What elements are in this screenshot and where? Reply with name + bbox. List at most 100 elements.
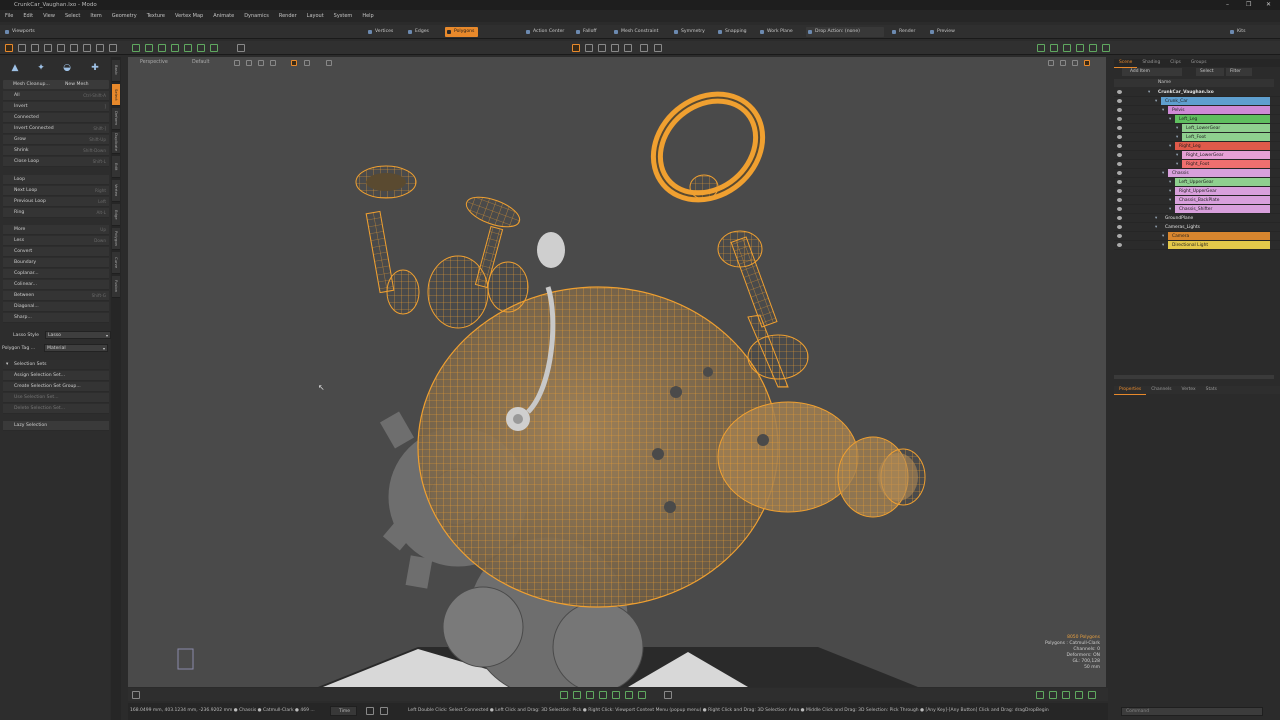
scene-item-row[interactable]: ▾ Left_Foot	[1114, 133, 1280, 142]
sculpt-mode-icon[interactable]: ◒	[56, 60, 78, 76]
visibility-eye-icon[interactable]	[1117, 90, 1122, 94]
menu-system[interactable]: System	[329, 10, 358, 22]
lazy-selection-button[interactable]: Lazy Selection	[3, 421, 109, 431]
edges-mode-button[interactable]: Edges	[406, 27, 433, 37]
scene-item-row[interactable]: ▾ Chassis	[1114, 169, 1280, 178]
visibility-eye-icon[interactable]	[1117, 117, 1122, 121]
menu-layout[interactable]: Layout	[302, 10, 329, 22]
image-icon[interactable]	[1075, 691, 1083, 699]
menu-select[interactable]: Select	[60, 10, 85, 22]
expand-arrow-icon[interactable]: ▾	[1176, 151, 1178, 160]
visibility-eye-icon[interactable]	[1117, 207, 1122, 211]
loop-icon[interactable]	[638, 691, 646, 699]
expand-arrow-icon[interactable]: ▾	[1176, 133, 1178, 142]
menu-geometry[interactable]: Geometry	[107, 10, 142, 22]
menu-file[interactable]: File	[0, 10, 18, 22]
tab-polygon[interactable]: Polygon	[112, 228, 120, 250]
zoom-icon[interactable]	[237, 44, 245, 52]
tab-curve[interactable]: Curve	[112, 252, 120, 274]
scene-item-row[interactable]: ▾ Left_LowerGear	[1114, 124, 1280, 133]
select-menu-item[interactable]: Next Loop Right	[3, 186, 109, 196]
image-icon[interactable]	[1076, 44, 1084, 52]
snap-tool-icon[interactable]	[83, 44, 91, 52]
tab-channels[interactable]: Channels	[1146, 386, 1176, 394]
scene-item-row[interactable]: ▾ Right_Foot	[1114, 160, 1280, 169]
menu-render[interactable]: Render	[274, 10, 302, 22]
expand-icon[interactable]	[1089, 44, 1097, 52]
expand-arrow-icon[interactable]: ▾	[1162, 106, 1164, 115]
menu-animate[interactable]: Animate	[208, 10, 239, 22]
tab-basic[interactable]: Basic	[112, 60, 120, 82]
tab-edge[interactable]: Edge	[112, 204, 120, 226]
visibility-eye-icon[interactable]	[1117, 180, 1122, 184]
tab-edit[interactable]: Edit	[112, 156, 120, 178]
zoom-tool-icon[interactable]	[132, 691, 140, 699]
select-menu-item[interactable]: Boundary	[3, 258, 109, 268]
select-menu-item[interactable]: Coplanar...	[3, 269, 109, 279]
visibility-eye-icon[interactable]	[1117, 126, 1122, 130]
viewport-layout-3-icon[interactable]	[598, 44, 606, 52]
scene-item-row[interactable]: ▾ Directional Light	[1114, 241, 1280, 250]
scene-item-row[interactable]: ▾ Cameras_Lights	[1114, 223, 1280, 232]
select-mode-icon[interactable]: ▲	[4, 60, 26, 76]
select-dropdown[interactable]: Select	[1196, 68, 1224, 76]
select-menu-item[interactable]: Connected	[3, 113, 109, 123]
scene-item-row[interactable]: ▾ GroundPlane	[1114, 214, 1280, 223]
tab-scene[interactable]: Scene	[1114, 59, 1138, 68]
refresh-icon[interactable]	[109, 44, 117, 52]
expand-arrow-icon[interactable]: ▾	[1176, 124, 1178, 133]
expand-arrow-icon[interactable]: ▾	[1155, 223, 1157, 232]
preview-button[interactable]: Preview	[928, 27, 959, 37]
select-menu-item[interactable]: Less Down	[3, 236, 109, 246]
scene-item-row[interactable]: ▾ Chassis_Shifter	[1114, 205, 1280, 214]
visibility-eye-icon[interactable]	[1117, 234, 1122, 238]
tab-vertex[interactable]: Vertex	[112, 180, 120, 202]
playback-last-icon[interactable]	[612, 691, 620, 699]
record-icon[interactable]	[366, 707, 374, 715]
3d-viewport[interactable]: Perspective Default ↖ 8050 Polygons Poly…	[128, 57, 1106, 687]
selection-set-item[interactable]: Create Selection Set Group...	[3, 382, 109, 392]
minimize-button[interactable]: –	[1226, 0, 1229, 10]
add-icon[interactable]	[664, 691, 672, 699]
visibility-eye-icon[interactable]	[1117, 171, 1122, 175]
texture-icon[interactable]	[184, 44, 192, 52]
element-move-icon[interactable]	[70, 44, 78, 52]
tab-vertex[interactable]: Vertex	[1177, 386, 1201, 394]
mesh-constraint-button[interactable]: Mesh Constraint	[612, 27, 662, 37]
maximize-button[interactable]: ❐	[1246, 0, 1251, 10]
menu-dynamics[interactable]: Dynamics	[239, 10, 274, 22]
visibility-eye-icon[interactable]	[1117, 198, 1122, 202]
action-center-button[interactable]: Action Center	[524, 27, 568, 37]
scene-item-row[interactable]: ▾ CrunkCar_Vaughan.lxo	[1114, 88, 1280, 97]
select-menu-item[interactable]: All Ctrl-Shift-A	[3, 91, 109, 101]
viewports-button[interactable]: Viewports	[3, 27, 39, 37]
transform-tool-icon[interactable]	[57, 44, 65, 52]
viewport-layout-5-icon[interactable]	[624, 44, 632, 52]
camera-icon[interactable]	[158, 44, 166, 52]
playback-next-icon[interactable]	[599, 691, 607, 699]
uv-icon[interactable]	[197, 44, 205, 52]
menu-vertex-map[interactable]: Vertex Map	[170, 10, 208, 22]
scale-tool-icon[interactable]	[44, 44, 52, 52]
split-icon[interactable]	[1062, 691, 1070, 699]
close-button[interactable]: ✕	[1266, 0, 1271, 10]
selection-set-item[interactable]: Assign Selection Set...	[3, 371, 109, 381]
new-mesh-button[interactable]: New Mesh	[55, 80, 107, 89]
visibility-eye-icon[interactable]	[1117, 135, 1122, 139]
scene-item-row[interactable]: ▾ Crunk_Car	[1114, 97, 1280, 106]
render-button[interactable]: Render	[890, 27, 919, 37]
list-icon[interactable]	[1036, 691, 1044, 699]
tab-properties[interactable]: Properties	[1114, 386, 1147, 395]
viewport-layout-1-icon[interactable]	[572, 44, 580, 52]
visibility-eye-icon[interactable]	[1117, 243, 1122, 247]
select-menu-item[interactable]: Grow Shift-Up	[3, 135, 109, 145]
expand-arrow-icon[interactable]: ▾	[1169, 115, 1171, 124]
expand-arrow-icon[interactable]: ▾	[1162, 241, 1164, 250]
mesh-cleanup-button[interactable]: Mesh Cleanup...	[3, 80, 55, 89]
menu-help[interactable]: Help	[357, 10, 378, 22]
scene-scrollbar[interactable]	[1114, 375, 1274, 379]
tab-clips[interactable]: Clips	[1165, 59, 1186, 67]
vertices-mode-button[interactable]: Vertices	[366, 27, 397, 37]
tab-shading[interactable]: Shading	[1137, 59, 1165, 67]
viewport-layout-4-icon[interactable]	[611, 44, 619, 52]
